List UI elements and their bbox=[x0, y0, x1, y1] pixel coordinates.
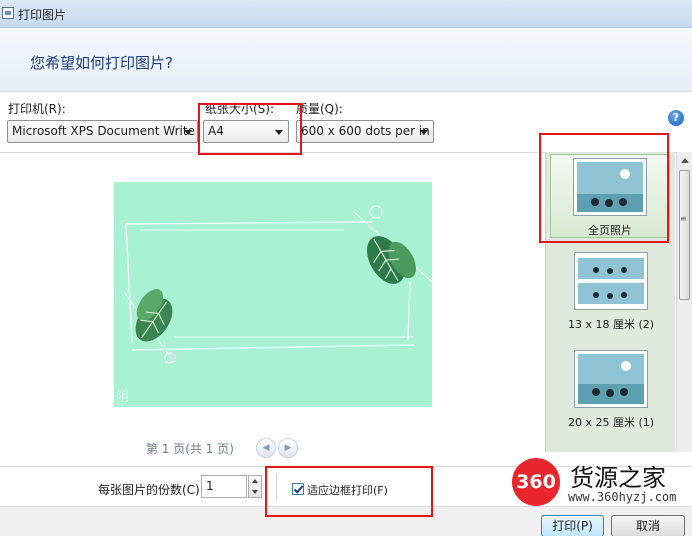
dialog-heading: 您希望如何打印图片? bbox=[30, 54, 173, 72]
layout-thumbnail bbox=[574, 350, 648, 408]
chevron-down-icon bbox=[420, 130, 428, 135]
previous-page-button[interactable]: ◀ bbox=[256, 438, 276, 458]
quality-label: 质量(Q): bbox=[296, 102, 343, 116]
scroll-up-icon[interactable] bbox=[681, 158, 689, 163]
printer-label: 打印机(R): bbox=[8, 102, 66, 116]
cancel-button[interactable]: 取消 bbox=[611, 515, 685, 536]
scrollbar-thumb[interactable] bbox=[679, 170, 690, 300]
print-preview-image: 阴 bbox=[114, 182, 432, 407]
copies-label: 每张图片的份数(C): bbox=[98, 483, 204, 497]
layout-thumbnail-graphic bbox=[578, 256, 644, 306]
chevron-down-icon bbox=[184, 130, 192, 135]
layout-thumbnail-graphic bbox=[578, 354, 644, 404]
preview-corner-glyph: 阴 bbox=[116, 390, 130, 405]
printer-value: Microsoft XPS Document Write bbox=[12, 124, 195, 138]
quality-value: 600 x 600 dots per in bbox=[301, 124, 430, 138]
annotation-box-fit-frame bbox=[265, 466, 433, 517]
printer-dropdown[interactable]: Microsoft XPS Document Write bbox=[7, 120, 198, 143]
watermark-url: www.360hyzj.com bbox=[568, 490, 677, 504]
copies-input[interactable]: 1 bbox=[201, 475, 247, 498]
grip-icon: ≡ bbox=[680, 214, 687, 223]
page-indicator: 第 1 页(共 1 页) bbox=[146, 442, 234, 456]
title-bar: 打印图片 bbox=[0, 0, 692, 28]
layout-item-20x25[interactable]: 20 x 25 厘米 (1) bbox=[546, 350, 676, 430]
copies-stepper[interactable] bbox=[248, 475, 262, 498]
quality-dropdown[interactable]: 600 x 600 dots per in bbox=[296, 120, 434, 143]
leaf-frame-illustration bbox=[114, 182, 432, 407]
print-button[interactable]: 打印(P) bbox=[541, 515, 604, 536]
increment-icon[interactable] bbox=[252, 479, 258, 483]
next-page-button[interactable]: ▶ bbox=[278, 438, 298, 458]
annotation-box-paper-size bbox=[198, 103, 302, 155]
help-icon[interactable]: ? bbox=[668, 110, 684, 126]
picture-app-icon bbox=[2, 7, 14, 19]
annotation-box-layout bbox=[539, 133, 669, 243]
layout-caption: 20 x 25 厘米 (1) bbox=[567, 416, 655, 429]
window-title: 打印图片 bbox=[18, 8, 67, 22]
watermark-logo: 360 bbox=[512, 458, 560, 506]
layout-item-13x18[interactable]: 13 x 18 厘米 (2) bbox=[546, 252, 676, 332]
dialog-header: 您希望如何打印图片? bbox=[0, 28, 692, 92]
layout-thumbnail bbox=[574, 252, 648, 310]
layout-scrollbar[interactable]: ≡ bbox=[676, 152, 692, 452]
watermark-name: 货源之家 bbox=[570, 464, 666, 492]
layout-caption: 13 x 18 厘米 (2) bbox=[567, 318, 655, 331]
decrement-icon[interactable] bbox=[252, 490, 258, 494]
